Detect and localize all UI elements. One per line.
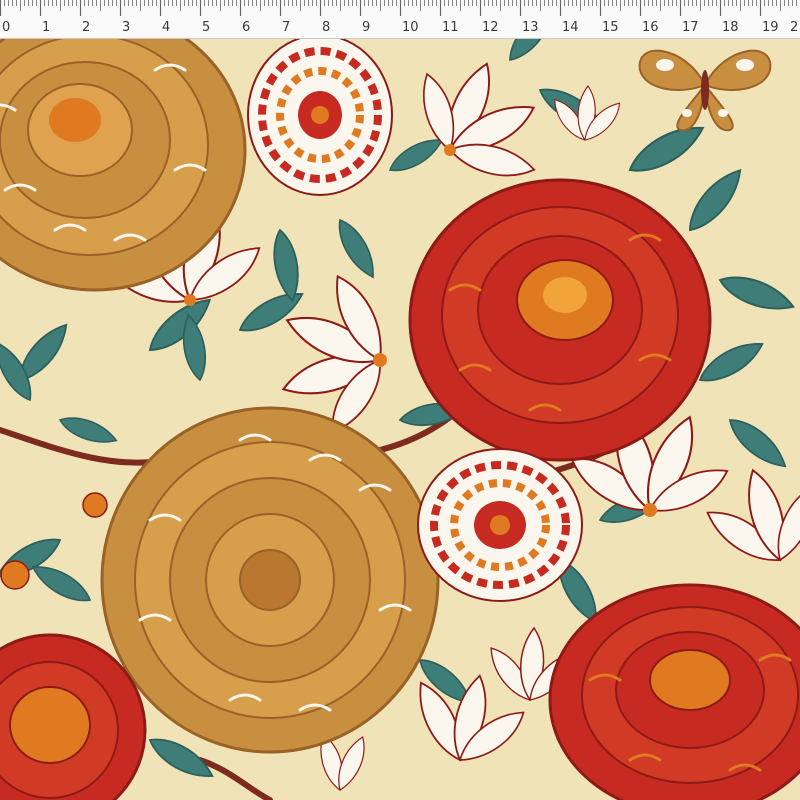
ruler-label: 16 (642, 20, 659, 35)
gold-peony (100, 406, 440, 754)
measurement-ruler: 0 1 2 3 4 5 6 7 8 9 10 11 12 13 14 15 16 17 18 19 2 (0, 0, 800, 39)
ruler-label: 17 (682, 20, 699, 35)
ruler-label: 15 (602, 20, 619, 35)
ruler-label: 2 (82, 20, 90, 35)
ruler-label: 9 (362, 20, 370, 35)
ruler-label: 8 (322, 20, 330, 35)
ruler-label: 19 (762, 20, 779, 35)
carnation (247, 34, 393, 196)
ruler-label: 3 (122, 20, 130, 35)
ruler-label: 18 (722, 20, 739, 35)
carnation (417, 448, 583, 602)
ruler-label: 10 (402, 20, 419, 35)
floral-fabric-pattern (0, 0, 800, 800)
red-peony (408, 178, 712, 462)
ruler-label: 7 (282, 20, 290, 35)
ruler-label: 12 (482, 20, 499, 35)
ruler-label: 4 (162, 20, 170, 35)
ruler-scale: 0 1 2 3 4 5 6 7 8 9 10 11 12 13 14 15 16 17 18 19 2 (0, 0, 798, 35)
ruler-label: 2 (790, 20, 798, 35)
ruler-label: 14 (562, 20, 579, 35)
ruler-label: 13 (522, 20, 539, 35)
ruler-label: 11 (442, 20, 459, 35)
ruler-label: 0 (2, 20, 10, 35)
ruler-label: 5 (202, 20, 210, 35)
ruler-label: 1 (42, 20, 50, 35)
ruler-label: 6 (242, 20, 250, 35)
fabric-swatch: 0 1 2 3 4 5 6 7 8 9 10 11 12 13 14 15 16 17 18 19 2 (0, 0, 800, 800)
